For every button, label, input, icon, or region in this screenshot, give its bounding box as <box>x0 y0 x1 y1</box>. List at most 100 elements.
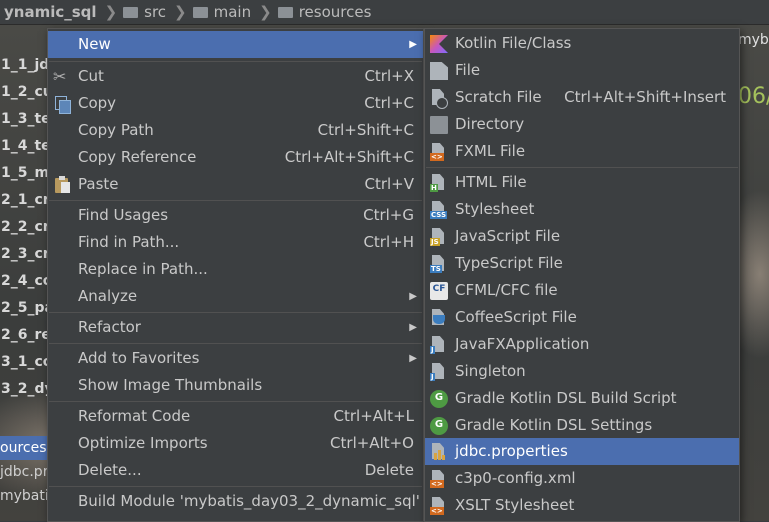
project-tree-item[interactable]: 1_4_te <box>0 133 48 160</box>
menu-item-label: File <box>455 61 481 79</box>
editor-tab[interactable]: mybat <box>738 30 769 50</box>
project-tree-file[interactable]: jdbc.pr <box>0 461 48 483</box>
menu-item-analyze[interactable]: Analyze ▶ <box>48 283 423 310</box>
menu-separator <box>49 200 422 201</box>
project-tree-item[interactable]: 2_4_co <box>0 268 48 295</box>
submenu-item-html-file[interactable]: H HTML File <box>425 169 739 196</box>
breadcrumb-item-module[interactable]: ynamic_sql <box>0 3 103 21</box>
project-tree-item[interactable]: 2_2_cr <box>0 214 48 241</box>
menu-item-copy-path[interactable]: Copy Path Ctrl+Shift+C <box>48 117 423 144</box>
properties-file-icon <box>430 443 448 461</box>
submenu-item-gradle-kotlin-dsl-build-script[interactable]: G Gradle Kotlin DSL Build Script <box>425 385 739 412</box>
menu-item-label: Optimize Imports <box>78 434 208 452</box>
breadcrumb-item-resources[interactable]: resources <box>274 3 378 21</box>
menu-item-new[interactable]: New ▶ <box>48 31 423 58</box>
context-menu: New ▶ ✂ Cut Ctrl+X Copy Ctrl+C Copy Path… <box>47 28 424 522</box>
submenu-arrow-icon: ▶ <box>409 291 417 302</box>
menu-item-copy-reference[interactable]: Copy Reference Ctrl+Alt+Shift+C <box>48 144 423 171</box>
menu-item-label: XSLT Stylesheet <box>455 496 575 514</box>
shortcut-label: Ctrl+Alt+O <box>330 434 414 452</box>
submenu-item-javafx-application[interactable]: J JavaFXApplication <box>425 331 739 358</box>
project-tree-item[interactable]: 3_1_co <box>0 349 48 376</box>
submenu-arrow-icon: ▶ <box>409 322 417 333</box>
menu-item-copy[interactable]: Copy Ctrl+C <box>48 90 423 117</box>
submenu-item-xslt-stylesheet[interactable]: <> XSLT Stylesheet <box>425 492 739 519</box>
submenu-item-stylesheet[interactable]: CSS Stylesheet <box>425 196 739 223</box>
menu-separator <box>49 486 422 487</box>
project-tree-item[interactable]: 1_2_cu <box>0 79 48 106</box>
project-tree-item[interactable]: 2_3_cr <box>0 241 48 268</box>
submenu-item-scratch-file[interactable]: Scratch File Ctrl+Alt+Shift+Insert <box>425 84 739 111</box>
menu-item-label: Stylesheet <box>455 200 535 218</box>
menu-item-find-in-path[interactable]: Find in Path... Ctrl+H <box>48 229 423 256</box>
clipboard-icon <box>53 176 71 194</box>
submenu-item-c3p0-config-xml[interactable]: <> c3p0-config.xml <box>425 465 739 492</box>
project-tree-item[interactable]: 3_2_dy <box>0 376 48 403</box>
breadcrumb-item-src[interactable]: src <box>119 3 172 21</box>
menu-item-label: CFML/CFC file <box>455 281 558 299</box>
menu-separator <box>49 61 422 62</box>
menu-item-label: Gradle Kotlin DSL Settings <box>455 416 653 434</box>
submenu-item-singleton[interactable]: J Singleton <box>425 358 739 385</box>
menu-item-label: Find Usages <box>78 206 169 224</box>
menu-item-label: FXML File <box>455 142 526 160</box>
javascript-file-icon: JS <box>430 228 448 246</box>
project-tree-selected-item[interactable]: ources <box>0 436 48 460</box>
java-file-icon: J <box>430 363 448 381</box>
menu-item-optimize-imports[interactable]: Optimize Imports Ctrl+Alt+O <box>48 430 423 457</box>
folder-icon <box>277 6 293 18</box>
menu-item-label: Find in Path... <box>78 233 180 251</box>
menu-item-build-module[interactable]: Build Module 'mybatis_day03_2_dynamic_sq… <box>48 488 423 515</box>
shortcut-label: Ctrl+H <box>363 233 414 251</box>
menu-item-find-usages[interactable]: Find Usages Ctrl+G <box>48 202 423 229</box>
menu-item-add-to-favorites[interactable]: Add to Favorites ▶ <box>48 345 423 372</box>
project-tree-item[interactable]: 2_5_pa <box>0 295 48 322</box>
project-tree-item[interactable]: 1_5_my <box>0 160 48 187</box>
breadcrumb-item-main[interactable]: main <box>189 3 257 21</box>
submenu-item-cfml-cfc-file[interactable]: CF CFML/CFC file <box>425 277 739 304</box>
shortcut-label: Ctrl+V <box>364 175 414 193</box>
shortcut-label: Ctrl+X <box>364 67 414 85</box>
menu-item-label: Cut <box>78 67 104 85</box>
submenu-item-fxml-file[interactable]: <> FXML File <box>425 138 739 165</box>
xslt-file-icon: <> <box>430 497 448 515</box>
menu-item-refactor[interactable]: Refactor ▶ <box>48 314 423 341</box>
submenu-item-javascript-file[interactable]: JS JavaScript File <box>425 223 739 250</box>
folder-icon <box>430 116 448 134</box>
menu-item-delete[interactable]: Delete... Delete <box>48 457 423 484</box>
menu-item-label: Directory <box>455 115 525 133</box>
menu-item-replace-in-path[interactable]: Replace in Path... <box>48 256 423 283</box>
menu-item-label: Singleton <box>455 362 526 380</box>
project-tree-item[interactable]: 1_1_jd <box>0 52 48 79</box>
menu-item-label: JavaScript File <box>455 227 561 245</box>
shortcut-label: Delete <box>364 461 414 479</box>
menu-item-label: CoffeeScript File <box>455 308 577 326</box>
css-file-icon: CSS <box>430 201 448 219</box>
menu-item-label: Delete... <box>78 461 142 479</box>
submenu-item-coffeescript-file[interactable]: CoffeeScript File <box>425 304 739 331</box>
breadcrumb: ynamic_sql ❯ src ❯ main ❯ resources <box>0 0 769 25</box>
submenu-item-directory[interactable]: Directory <box>425 111 739 138</box>
project-tree-item[interactable]: 1_3_te <box>0 106 48 133</box>
submenu-item-gradle-kotlin-dsl-settings[interactable]: G Gradle Kotlin DSL Settings <box>425 412 739 439</box>
java-file-icon: J <box>430 336 448 354</box>
menu-item-reformat-code[interactable]: Reformat Code Ctrl+Alt+L <box>48 403 423 430</box>
menu-item-cut[interactable]: ✂ Cut Ctrl+X <box>48 63 423 90</box>
submenu-item-typescript-file[interactable]: TS TypeScript File <box>425 250 739 277</box>
submenu-item-jdbc-properties[interactable]: jdbc.properties <box>425 438 739 465</box>
menu-separator <box>49 401 422 402</box>
shortcut-label: Ctrl+C <box>364 94 414 112</box>
coffeescript-file-icon <box>430 309 448 327</box>
shortcut-label: Ctrl+Alt+Shift+C <box>284 148 414 166</box>
menu-item-paste[interactable]: Paste Ctrl+V <box>48 171 423 198</box>
project-tree-item[interactable]: 2_1_cr <box>0 187 48 214</box>
submenu-item-file[interactable]: File <box>425 57 739 84</box>
menu-item-show-image-thumbnails[interactable]: Show Image Thumbnails <box>48 372 423 399</box>
project-tree-item[interactable]: 2_6_re <box>0 322 48 349</box>
project-tree-file[interactable]: mybatis <box>0 485 48 507</box>
menu-item-label: c3p0-config.xml <box>455 469 576 487</box>
menu-item-label: Copy <box>78 94 117 112</box>
project-tree: 1_1_jd 1_2_cu 1_3_te 1_4_te 1_5_my 2_1_c… <box>0 52 48 403</box>
scratch-file-icon <box>430 89 448 109</box>
submenu-item-kotlin-file-class[interactable]: Kotlin File/Class <box>425 30 739 57</box>
